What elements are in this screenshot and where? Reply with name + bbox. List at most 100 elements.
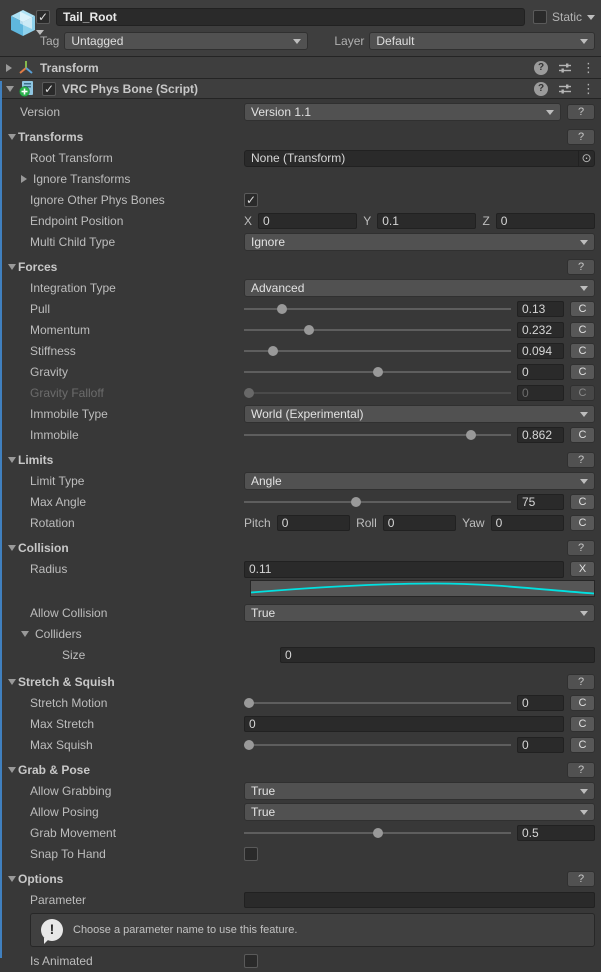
endpoint-z-input[interactable]: 0 [496, 213, 595, 229]
help-icon[interactable]: ? [534, 82, 548, 96]
gameobject-active-checkbox[interactable] [36, 10, 50, 24]
stretch-squish-help-button[interactable]: ? [567, 674, 595, 690]
max-squish-value-input[interactable]: 0 [517, 737, 564, 753]
max-stretch-input[interactable]: 0 [244, 716, 564, 732]
object-picker-icon[interactable]: ⊙ [578, 151, 594, 166]
ignore-transforms-row[interactable]: Ignore Transforms [0, 169, 601, 189]
forces-help-button[interactable]: ? [567, 259, 595, 275]
foldout-expanded-icon[interactable] [8, 134, 16, 140]
gravity-slider[interactable] [244, 363, 511, 381]
options-help-button[interactable]: ? [567, 871, 595, 887]
foldout-expanded-icon[interactable] [8, 457, 16, 463]
integration-type-dropdown[interactable]: Advanced [244, 279, 595, 297]
multi-child-type-dropdown[interactable]: Ignore [244, 233, 595, 251]
immobile-curve-button[interactable]: C [570, 427, 595, 443]
allow-posing-dropdown[interactable]: True [244, 803, 595, 821]
foldout-expanded-icon[interactable] [8, 264, 16, 270]
foldout-expanded-icon[interactable] [8, 767, 16, 773]
max-squish-curve-button[interactable]: C [570, 737, 595, 753]
version-help-button[interactable]: ? [567, 104, 595, 120]
limit-type-dropdown[interactable]: Angle [244, 472, 595, 490]
rotation-curve-button[interactable]: C [570, 515, 595, 531]
immobile-slider[interactable] [244, 426, 511, 444]
stiffness-slider[interactable] [244, 342, 511, 360]
momentum-curve-button[interactable]: C [570, 322, 595, 338]
roll-input[interactable]: 0 [383, 515, 456, 531]
help-icon[interactable]: ? [534, 61, 548, 75]
pull-value-input[interactable]: 0.13 [517, 301, 564, 317]
section-limits[interactable]: Limits ? [0, 450, 601, 470]
pull-slider[interactable] [244, 300, 511, 318]
radius-clear-curve-button[interactable]: X [570, 561, 595, 577]
gravity-curve-button[interactable]: C [570, 364, 595, 380]
kebab-menu-icon[interactable]: ⋮ [582, 81, 595, 97]
foldout-expanded-icon[interactable] [6, 86, 14, 92]
radius-curve-widget[interactable] [250, 580, 595, 597]
foldout-collapsed-icon[interactable] [21, 175, 27, 183]
foldout-expanded-icon[interactable] [8, 545, 16, 551]
stretch-motion-curve-button[interactable]: C [570, 695, 595, 711]
grab-pose-help-button[interactable]: ? [567, 762, 595, 778]
pull-curve-button[interactable]: C [570, 301, 595, 317]
slider-knob[interactable] [304, 325, 314, 335]
endpoint-x-input[interactable]: 0 [258, 213, 357, 229]
stretch-motion-value-input[interactable]: 0 [517, 695, 564, 711]
section-stretch-squish[interactable]: Stretch & Squish ? [0, 672, 601, 692]
slider-knob[interactable] [373, 367, 383, 377]
momentum-value-input[interactable]: 0.232 [517, 322, 564, 338]
foldout-expanded-icon[interactable] [8, 876, 16, 882]
static-dropdown-arrow[interactable] [587, 15, 595, 20]
grab-movement-slider[interactable] [244, 824, 511, 842]
is-animated-checkbox[interactable] [244, 954, 258, 968]
stiffness-value-input[interactable]: 0.094 [517, 343, 564, 359]
stretch-motion-slider[interactable] [244, 694, 511, 712]
colliders-size-input[interactable]: 0 [280, 647, 595, 663]
section-collision[interactable]: Collision ? [0, 538, 601, 558]
slider-knob[interactable] [244, 740, 254, 750]
section-forces[interactable]: Forces ? [0, 257, 601, 277]
max-angle-slider[interactable] [244, 493, 511, 511]
collision-help-button[interactable]: ? [567, 540, 595, 556]
colliders-row[interactable]: Colliders [0, 624, 601, 644]
immobile-type-dropdown[interactable]: World (Experimental) [244, 405, 595, 423]
immobile-value-input[interactable]: 0.862 [517, 427, 564, 443]
foldout-expanded-icon[interactable] [21, 631, 29, 637]
gameobject-name-input[interactable]: Tail_Root [56, 8, 525, 26]
kebab-menu-icon[interactable]: ⋮ [582, 60, 595, 76]
section-transforms[interactable]: Transforms ? [0, 127, 601, 147]
gravity-value-input[interactable]: 0 [517, 364, 564, 380]
endpoint-y-input[interactable]: 0.1 [377, 213, 476, 229]
slider-knob[interactable] [244, 698, 254, 708]
pitch-input[interactable]: 0 [277, 515, 350, 531]
section-grab-pose[interactable]: Grab & Pose ? [0, 760, 601, 780]
max-squish-slider[interactable] [244, 736, 511, 754]
yaw-input[interactable]: 0 [491, 515, 564, 531]
allow-grabbing-dropdown[interactable]: True [244, 782, 595, 800]
allow-collision-dropdown[interactable]: True [244, 604, 595, 622]
ignore-other-physbones-checkbox[interactable] [244, 193, 258, 207]
tag-dropdown[interactable]: Untagged [64, 32, 308, 50]
slider-knob[interactable] [373, 828, 383, 838]
component-enabled-checkbox[interactable] [42, 82, 56, 96]
transforms-help-button[interactable]: ? [567, 129, 595, 145]
slider-knob[interactable] [466, 430, 476, 440]
transform-component-header[interactable]: Transform ? ⋮ [0, 57, 601, 79]
root-transform-object-field[interactable]: None (Transform) ⊙ [244, 150, 595, 167]
gameobject-icon-dropdown-arrow[interactable] [36, 30, 44, 35]
slider-knob[interactable] [351, 497, 361, 507]
presets-icon[interactable] [558, 61, 572, 75]
slider-knob[interactable] [268, 346, 278, 356]
max-angle-curve-button[interactable]: C [570, 494, 595, 510]
layer-dropdown[interactable]: Default [369, 32, 595, 50]
slider-knob[interactable] [277, 304, 287, 314]
gameobject-cube-icon[interactable] [8, 8, 38, 38]
max-stretch-curve-button[interactable]: C [570, 716, 595, 732]
physbone-component-header[interactable]: VRC Phys Bone (Script) ? ⋮ [0, 79, 601, 99]
stiffness-curve-button[interactable]: C [570, 343, 595, 359]
version-dropdown[interactable]: Version 1.1 [244, 103, 561, 121]
limits-help-button[interactable]: ? [567, 452, 595, 468]
static-checkbox[interactable] [533, 10, 547, 24]
grab-movement-value-input[interactable]: 0.5 [517, 825, 595, 841]
max-angle-value-input[interactable]: 75 [517, 494, 564, 510]
foldout-collapsed-icon[interactable] [6, 64, 12, 72]
